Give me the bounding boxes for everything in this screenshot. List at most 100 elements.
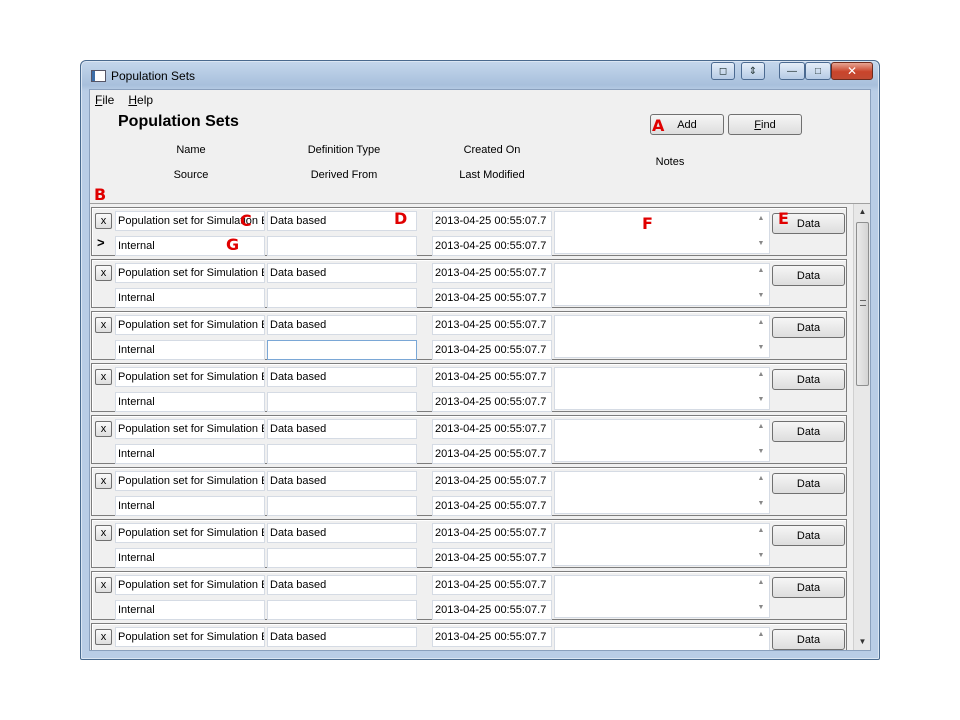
notes-field[interactable]: ▲ ▼ [554, 315, 770, 358]
name-field[interactable]: Population set for Simulation E [115, 263, 265, 283]
source-field[interactable]: Internal [115, 236, 265, 256]
definition-type-field[interactable]: Data based [267, 419, 417, 439]
created-on-field[interactable]: 2013-04-25 00:55:07.7 [432, 263, 552, 283]
restore-icon[interactable]: ◻ [711, 62, 735, 80]
last-modified-field[interactable]: 2013-04-25 00:55:07.7 [432, 600, 552, 620]
data-button[interactable]: Data [772, 473, 845, 494]
data-button[interactable]: Data [772, 317, 845, 338]
definition-type-field[interactable]: Data based [267, 523, 417, 543]
source-field[interactable]: Internal [115, 340, 265, 360]
delete-row-button[interactable]: x [95, 317, 112, 333]
source-field[interactable]: Internal [115, 548, 265, 568]
created-on-field[interactable]: 2013-04-25 00:55:07.7 [432, 315, 552, 335]
notes-scroll-down-icon[interactable]: ▼ [756, 552, 766, 562]
name-field[interactable]: Population set for Simulation E [115, 575, 265, 595]
notes-scroll-up-icon[interactable]: ▲ [756, 423, 766, 433]
delete-row-button[interactable]: x [95, 577, 112, 593]
created-on-field[interactable]: 2013-04-25 00:55:07.7 [432, 367, 552, 387]
source-field[interactable]: Internal [115, 600, 265, 620]
notes-scroll-down-icon[interactable]: ▼ [756, 604, 766, 614]
maximize-button[interactable]: □ [805, 62, 831, 80]
data-button[interactable]: Data [772, 265, 845, 286]
close-button[interactable]: ✕ [831, 62, 873, 80]
delete-row-button[interactable]: x [95, 213, 112, 229]
created-on-field[interactable]: 2013-04-25 00:55:07.7 [432, 523, 552, 543]
notes-scroll-down-icon[interactable]: ▼ [756, 344, 766, 354]
data-button[interactable]: Data [772, 577, 845, 598]
source-field[interactable]: Internal [115, 444, 265, 464]
definition-type-field[interactable]: Data based [267, 315, 417, 335]
derived-from-field[interactable] [267, 288, 417, 308]
last-modified-field[interactable]: 2013-04-25 00:55:07.7 [432, 444, 552, 464]
notes-field[interactable]: ▲ ▼ [554, 627, 770, 650]
created-on-field[interactable]: 2013-04-25 00:55:07.7 [432, 419, 552, 439]
scroll-down-arrow[interactable]: ▼ [854, 634, 870, 650]
last-modified-field[interactable]: 2013-04-25 00:55:07.7 [432, 236, 552, 256]
derived-from-field[interactable] [267, 444, 417, 464]
source-field[interactable]: Internal [115, 392, 265, 412]
derived-from-field[interactable] [267, 496, 417, 516]
minimize-button[interactable]: — [779, 62, 805, 80]
name-field[interactable]: Population set for Simulation E [115, 315, 265, 335]
title-bar[interactable]: Population Sets ◻ ⇕ — □ ✕ [89, 61, 873, 89]
notes-scroll-up-icon[interactable]: ▲ [756, 215, 766, 225]
find-button[interactable]: Find [728, 114, 802, 135]
delete-row-button[interactable]: x [95, 629, 112, 645]
delete-row-button[interactable]: x [95, 421, 112, 437]
last-modified-field[interactable]: 2013-04-25 00:55:07.7 [432, 392, 552, 412]
notes-scroll-up-icon[interactable]: ▲ [756, 631, 766, 641]
name-field[interactable]: Population set for Simulation E [115, 471, 265, 491]
pin-icon[interactable]: ⇕ [741, 62, 765, 80]
data-button[interactable]: Data [772, 421, 845, 442]
notes-field[interactable]: ▲ ▼ [554, 211, 770, 254]
definition-type-field[interactable]: Data based [267, 575, 417, 595]
name-field[interactable]: Population set for Simulation E [115, 419, 265, 439]
menu-file[interactable]: File [95, 93, 114, 107]
name-field[interactable]: Population set for Simulation E [115, 367, 265, 387]
notes-field[interactable]: ▲ ▼ [554, 367, 770, 410]
last-modified-field[interactable]: 2013-04-25 00:55:07.7 [432, 548, 552, 568]
last-modified-field[interactable]: 2013-04-25 00:55:07.7 [432, 288, 552, 308]
delete-row-button[interactable]: x [95, 265, 112, 281]
notes-scroll-down-icon[interactable]: ▼ [756, 292, 766, 302]
delete-row-button[interactable]: x [95, 369, 112, 385]
name-field[interactable]: Population set for Simulation E [115, 627, 265, 647]
name-field[interactable]: Population set for Simulation E [115, 523, 265, 543]
derived-from-field[interactable] [267, 392, 417, 412]
notes-scroll-up-icon[interactable]: ▲ [756, 319, 766, 329]
notes-field[interactable]: ▲ ▼ [554, 471, 770, 514]
menu-help[interactable]: Help [128, 93, 153, 107]
derived-from-field[interactable] [267, 600, 417, 620]
notes-scroll-up-icon[interactable]: ▲ [756, 371, 766, 381]
source-field[interactable]: Internal [115, 496, 265, 516]
notes-scroll-down-icon[interactable]: ▼ [756, 396, 766, 406]
notes-scroll-up-icon[interactable]: ▲ [756, 267, 766, 277]
scroll-up-arrow[interactable]: ▲ [854, 204, 870, 220]
data-button[interactable]: Data [772, 629, 845, 650]
notes-field[interactable]: ▲ ▼ [554, 263, 770, 306]
notes-scroll-down-icon[interactable]: ▼ [756, 448, 766, 458]
notes-scroll-up-icon[interactable]: ▲ [756, 527, 766, 537]
definition-type-field[interactable]: Data based [267, 367, 417, 387]
derived-from-field[interactable] [267, 340, 417, 360]
notes-field[interactable]: ▲ ▼ [554, 575, 770, 618]
definition-type-field[interactable]: Data based [267, 471, 417, 491]
notes-scroll-down-icon[interactable]: ▼ [756, 240, 766, 250]
data-button[interactable]: Data [772, 369, 845, 390]
last-modified-field[interactable]: 2013-04-25 00:55:07.7 [432, 340, 552, 360]
scroll-thumb[interactable] [856, 222, 869, 386]
derived-from-field[interactable] [267, 236, 417, 256]
created-on-field[interactable]: 2013-04-25 00:55:07.7 [432, 471, 552, 491]
notes-scroll-up-icon[interactable]: ▲ [756, 579, 766, 589]
population-set-list[interactable]: x > Population set for Simulation E Inte… [90, 203, 870, 650]
notes-field[interactable]: ▲ ▼ [554, 523, 770, 566]
source-field[interactable]: Internal [115, 288, 265, 308]
notes-field[interactable]: ▲ ▼ [554, 419, 770, 462]
created-on-field[interactable]: 2013-04-25 00:55:07.7 [432, 211, 552, 231]
delete-row-button[interactable]: x [95, 473, 112, 489]
vertical-scrollbar[interactable]: ▲ ▼ [853, 204, 870, 650]
last-modified-field[interactable]: 2013-04-25 00:55:07.7 [432, 496, 552, 516]
derived-from-field[interactable] [267, 548, 417, 568]
created-on-field[interactable]: 2013-04-25 00:55:07.7 [432, 575, 552, 595]
data-button[interactable]: Data [772, 525, 845, 546]
